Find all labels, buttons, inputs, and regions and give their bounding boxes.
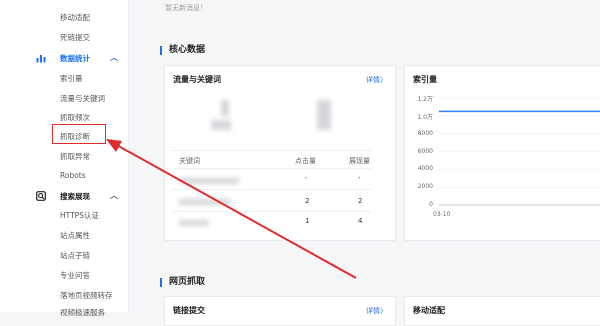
column-header-keyword: 关键词 (179, 157, 200, 165)
cell-clicks: 1 (305, 217, 310, 225)
traffic-card-title: 流量与关键词 (173, 75, 221, 84)
message-text: 暂无新消息！ (165, 4, 207, 12)
mobile-adapt-card-title: 移动适配 (413, 306, 445, 315)
y-tick-label: 0 (429, 201, 433, 208)
bar-chart-icon (36, 55, 46, 63)
sidebar-item-robots[interactable]: Robots (60, 171, 86, 180)
y-tick-label: 1.0万 (417, 113, 433, 121)
sidebar-group-search-label: 搜索展现 (60, 192, 90, 201)
y-tick-label: 6000 (417, 147, 433, 155)
y-tick-label: 2000 (417, 183, 433, 191)
y-tick-label: 1.2万 (417, 96, 433, 103)
cell-clicks: - (305, 174, 308, 182)
cell-impressions: 2 (358, 197, 363, 205)
cell-impressions: 4 (358, 217, 363, 225)
link-submit-card: 链接提交 详情〉 (164, 296, 396, 326)
blurred-metric (317, 100, 331, 130)
blurred-keyword (179, 220, 209, 226)
annotation-highlight-box (52, 124, 106, 144)
y-tick-label: 8000 (417, 129, 433, 137)
table-divider (171, 211, 371, 212)
column-header-clicks: 点击量 (295, 157, 316, 165)
blurred-metric (211, 120, 231, 130)
table-divider (171, 150, 371, 151)
chevron-up-icon: ︿ (110, 191, 118, 200)
chevron-up-icon: ︿ (110, 53, 118, 62)
x-tick-label: 03-10 (433, 211, 451, 218)
sidebar-group-stats-label: 数据统计 (60, 54, 90, 63)
main-content: 暂无新消息！ 核心数据 流量与关键词 详情〉 关键词 点击量 展现量 - - 2… (128, 0, 600, 326)
link-submit-card-title: 链接提交 (173, 306, 205, 315)
blurred-metric (221, 100, 229, 116)
sidebar-item-mobile-adapt[interactable]: 移动适配 (60, 12, 90, 23)
sidebar-item-video-dump[interactable]: 落地页视频转存 (60, 290, 113, 301)
section-title-crawl: 网页抓取 (160, 278, 205, 287)
sidebar-item-index[interactable]: 索引量 (60, 73, 83, 84)
link-submit-details-link[interactable]: 详情〉 (366, 306, 387, 316)
sidebar-item-dead-link[interactable]: 死链提交 (60, 32, 90, 43)
search-display-icon (36, 191, 46, 201)
section-title-core: 核心数据 (160, 46, 205, 55)
table-divider (171, 168, 371, 169)
blurred-keyword (179, 199, 231, 205)
sidebar-item-crawl-freq[interactable]: 抓取频次 (60, 112, 90, 123)
sidebar-item-https[interactable]: HTTPS认证 (60, 210, 99, 221)
mobile-adapt-card: 移动适配 (404, 296, 600, 326)
cell-impressions: - (358, 174, 361, 182)
sidebar-item-traffic[interactable]: 流量与关键词 (60, 93, 105, 104)
traffic-card: 流量与关键词 详情〉 关键词 点击量 展现量 - - 2 2 1 4 (164, 65, 396, 241)
sidebar-item-site-attr[interactable]: 站点属性 (60, 230, 90, 241)
blurred-keyword (179, 178, 239, 184)
sidebar-item-crawl-error[interactable]: 抓取异常 (60, 151, 90, 162)
table-divider (171, 189, 371, 190)
y-tick-label: 4000 (417, 165, 433, 173)
cell-clicks: 2 (305, 197, 310, 205)
sidebar-item-qa[interactable]: 专业问答 (60, 270, 90, 281)
index-card: 索引量 1.2万 1.0万 8000 6000 4000 2000 0 03-10 (404, 65, 600, 241)
sidebar-item-sitelinks[interactable]: 站点子链 (60, 250, 90, 261)
sidebar-item-video-speed[interactable]: 视频极速服务 (60, 307, 105, 318)
traffic-details-link[interactable]: 详情〉 (366, 75, 387, 85)
column-header-impressions: 展现量 (349, 157, 370, 165)
sidebar: 移动适配 死链提交 数据统计 ︿ 索引量 流量与关键词 抓取频次 抓取诊断 抓取… (0, 0, 129, 317)
